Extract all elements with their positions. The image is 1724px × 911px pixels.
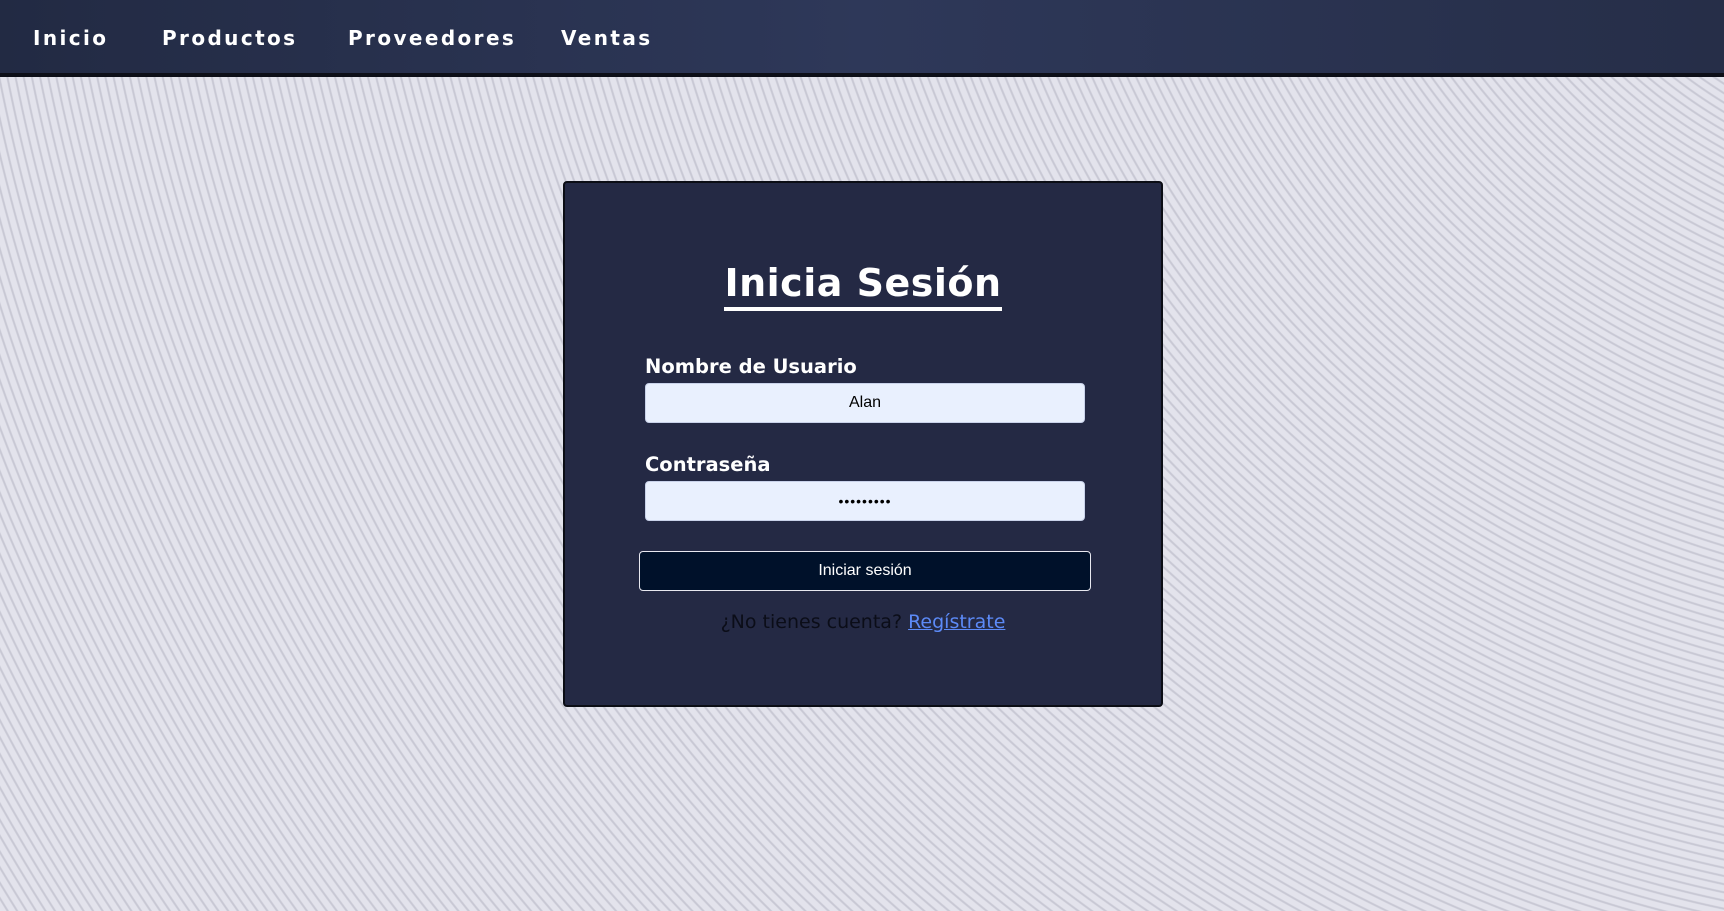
password-input[interactable]	[645, 481, 1085, 521]
nav-item-inicio[interactable]: Inicio	[33, 26, 108, 50]
register-link[interactable]: Regístrate	[908, 611, 1005, 633]
login-title: Inicia Sesión	[724, 261, 1002, 311]
login-card: Inicia Sesión Nombre de Usuario Contrase…	[563, 181, 1163, 707]
top-navbar: Inicio Productos Proveedores Ventas	[0, 0, 1724, 77]
username-input[interactable]	[645, 383, 1085, 423]
register-prompt-text: ¿No tienes cuenta?	[720, 611, 903, 633]
nav-item-productos[interactable]: Productos	[162, 26, 297, 50]
nav-item-proveedores[interactable]: Proveedores	[348, 26, 516, 50]
nav-item-ventas[interactable]: Ventas	[561, 26, 653, 50]
register-prompt-line: ¿No tienes cuenta? Regístrate	[565, 611, 1161, 633]
login-title-wrapper: Inicia Sesión	[565, 261, 1161, 311]
password-label: Contraseña	[645, 453, 771, 476]
login-submit-button[interactable]: Iniciar sesión	[639, 551, 1091, 591]
username-label: Nombre de Usuario	[645, 355, 857, 378]
